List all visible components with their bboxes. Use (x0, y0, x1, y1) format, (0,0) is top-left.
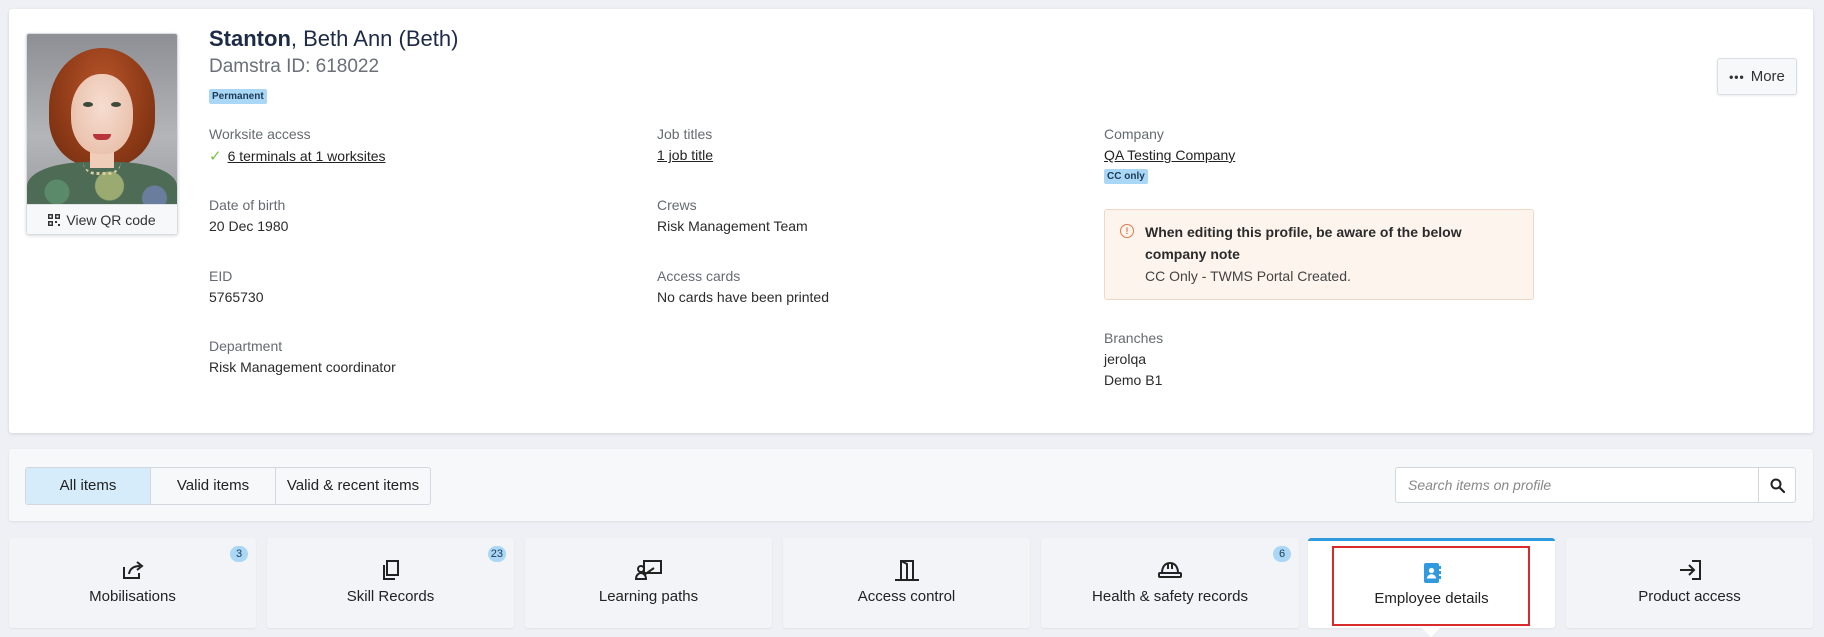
tab-health-safety-label: Health & safety records (1092, 588, 1248, 605)
hardhat-icon (1158, 561, 1182, 578)
tab-mobilisations-label: Mobilisations (89, 588, 176, 605)
worksite-access-link[interactable]: 6 terminals at 1 worksites (228, 148, 386, 164)
search-button[interactable] (1758, 468, 1795, 502)
branch-item: Demo B1 (1104, 372, 1163, 388)
department-value: Risk Management coordinator (209, 359, 396, 375)
employee-surname: Stanton (209, 26, 291, 51)
view-qr-code-button[interactable]: View QR code (27, 204, 177, 234)
branches-label: Branches (1104, 330, 1164, 346)
filter-valid-items[interactable]: Valid items (151, 468, 276, 504)
tab-learning-paths[interactable]: Learning paths (525, 538, 772, 628)
branches-field: Branches jerolqa Demo B1 (1104, 330, 1163, 388)
check-icon: ✓ (209, 148, 222, 165)
crews-label: Crews (657, 197, 697, 213)
company-link[interactable]: QA Testing Company (1104, 147, 1235, 163)
department-field: Department Risk Management coordinator (209, 338, 396, 375)
employee-name: Stanton, Beth Ann (Beth) (209, 26, 458, 52)
profile-photo-panel: View QR code (26, 33, 178, 235)
share-icon (122, 561, 144, 579)
search-box (1395, 467, 1796, 503)
tab-product-access-label: Product access (1638, 588, 1741, 605)
employment-type-badge: Permanent (209, 89, 267, 104)
more-button-label: More (1750, 68, 1785, 85)
tab-skill-records-label: Skill Records (346, 588, 435, 605)
sign-in-icon (1679, 560, 1701, 580)
company-field: Company QA Testing Company CC only (1104, 126, 1235, 184)
job-titles-field: Job titles 1 job title (657, 126, 713, 163)
access-cards-label: Access cards (657, 268, 741, 284)
tab-mobilisations[interactable]: 3 Mobilisations (9, 538, 256, 628)
crews-field: Crews Risk Management Team (657, 197, 808, 234)
learning-icon (634, 560, 662, 580)
date-of-birth-label: Date of birth (209, 197, 286, 213)
qr-code-icon (48, 214, 61, 226)
tab-access-control-label: Access control (857, 588, 956, 605)
eid-value: 5765730 (209, 289, 264, 305)
ellipsis-icon: ••• (1729, 69, 1745, 84)
access-cards-field: Access cards No cards have been printed (657, 268, 829, 305)
company-note-body: CC Only - TWMS Portal Created. (1145, 268, 1351, 284)
eid-field: EID 5765730 (209, 268, 264, 305)
copy-icon (382, 560, 399, 580)
more-button[interactable]: ••• More (1717, 58, 1797, 95)
filter-valid-recent-items[interactable]: Valid & recent items (276, 468, 430, 504)
company-cc-only-badge: CC only (1104, 169, 1148, 184)
door-icon (894, 560, 919, 581)
profile-card: View QR code Stanton, Beth Ann (Beth) Da… (9, 9, 1813, 433)
selection-highlight-box (1332, 546, 1530, 626)
tab-access-control[interactable]: Access control (783, 538, 1030, 628)
tab-skill-records[interactable]: 23 Skill Records (267, 538, 514, 628)
view-qr-code-label: View QR code (66, 212, 156, 228)
tab-product-access[interactable]: Product access (1566, 538, 1813, 628)
date-of-birth-field: Date of birth 20 Dec 1980 (209, 197, 288, 234)
active-tab-indicator (1308, 538, 1555, 541)
branch-item: jerolqa (1104, 351, 1147, 367)
eid-label: EID (209, 268, 233, 284)
job-titles-label: Job titles (657, 126, 713, 142)
crews-value: Risk Management Team (657, 218, 808, 234)
company-note-title: When editing this profile, be aware of t… (1145, 224, 1462, 262)
access-cards-value: No cards have been printed (657, 289, 829, 305)
warning-icon: ! (1120, 224, 1134, 238)
tab-learning-paths-label: Learning paths (598, 588, 699, 605)
damstra-id: Damstra ID: 618022 (209, 56, 380, 77)
date-of-birth-value: 20 Dec 1980 (209, 218, 289, 234)
active-tab-pointer (1421, 627, 1441, 637)
search-icon (1770, 478, 1785, 493)
item-filter-group: All items Valid items Valid & recent ite… (25, 467, 431, 505)
profile-photo (27, 34, 177, 204)
worksite-access-field: Worksite access ✓ 6 terminals at 1 worksi… (209, 126, 386, 165)
employee-given-names: , Beth Ann (Beth) (290, 26, 459, 51)
company-note-alert: ! When editing this profile, be aware of… (1104, 209, 1534, 300)
filter-all-items[interactable]: All items (26, 468, 151, 504)
tab-health-safety-records[interactable]: 6 Health & safety records (1041, 538, 1299, 628)
company-label: Company (1104, 126, 1164, 142)
department-label: Department (209, 338, 283, 354)
search-input[interactable] (1396, 468, 1772, 502)
job-titles-link[interactable]: 1 job title (657, 147, 713, 163)
worksite-access-label: Worksite access (209, 126, 311, 142)
filter-bar: All items Valid items Valid & recent ite… (9, 449, 1813, 521)
